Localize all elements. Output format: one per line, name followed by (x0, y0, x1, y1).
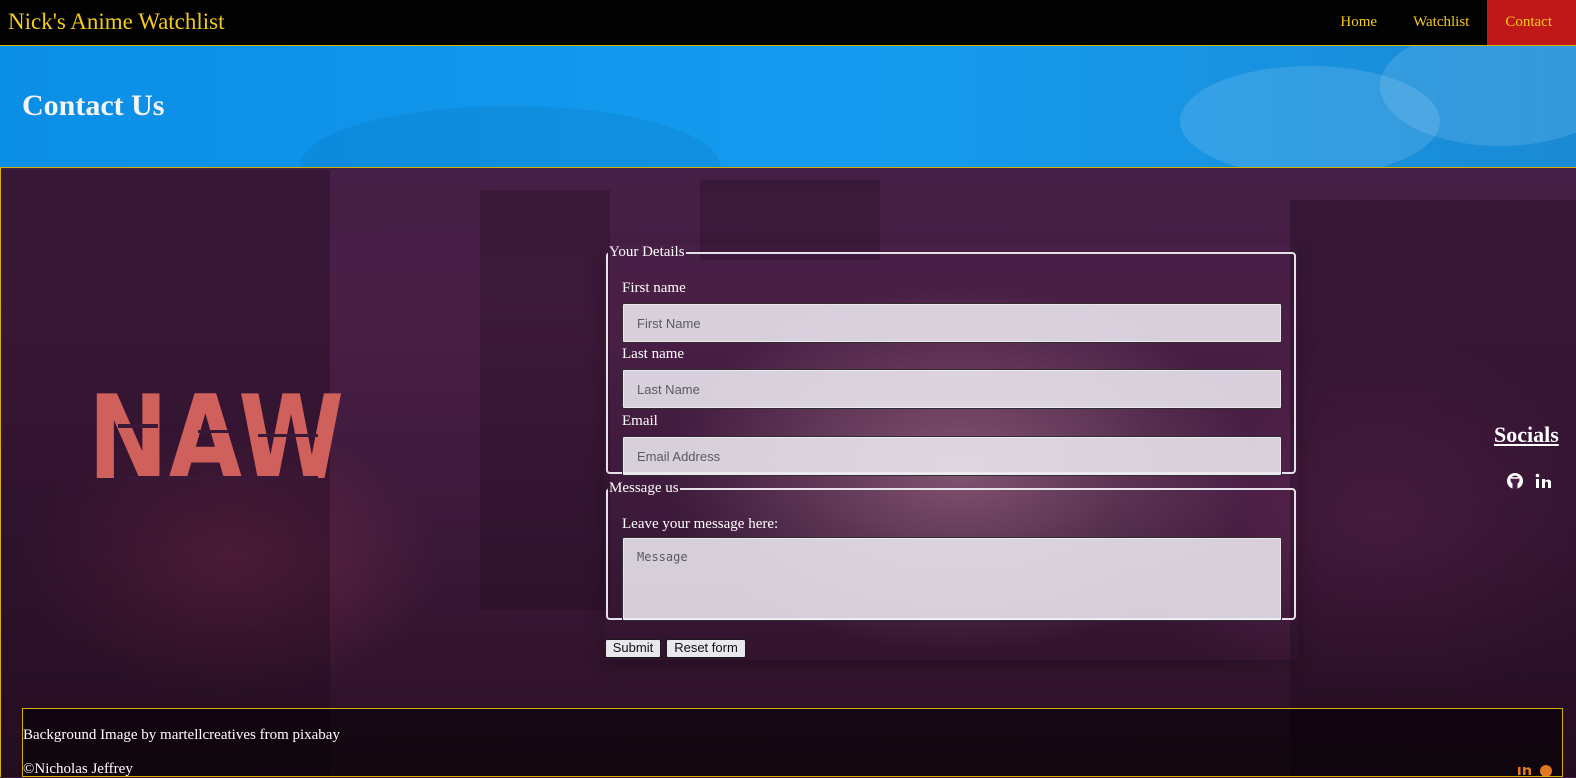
email-input[interactable]: Email Address (622, 436, 1282, 476)
nav-link-contact[interactable]: Contact (1487, 0, 1576, 45)
linkedin-icon[interactable] (1535, 473, 1551, 488)
footer-copyright: ©Nicholas Jeffrey (23, 761, 133, 777)
reset-button[interactable]: Reset form (666, 639, 746, 658)
message-legend: Message us (609, 480, 679, 496)
social-icons (1504, 471, 1564, 491)
nav-links: Home Watchlist Contact (1322, 0, 1576, 45)
naw-logo-image: NAW (88, 371, 344, 506)
page-title: Contact Us (22, 89, 165, 122)
message-fieldset: Message us Leave your message here: Mess… (606, 480, 1296, 621)
footer-linkedin-icon[interactable] (1518, 767, 1531, 775)
contact-form: Your Details First name First Name Last … (604, 244, 1298, 660)
last-name-input[interactable]: Last Name (622, 369, 1282, 409)
footer-social-icons (1518, 765, 1552, 776)
page-header: Contact Us (0, 46, 1576, 168)
nav-link-watchlist[interactable]: Watchlist (1395, 0, 1487, 45)
first-name-label: First name (622, 280, 686, 296)
message-placeholder: Message (637, 550, 688, 564)
naw-logo: NAW (88, 371, 348, 506)
socials-section: Socials (1494, 421, 1559, 489)
footer-credit: Background Image by martellcreatives fro… (23, 727, 340, 743)
socials-title: Socials (1494, 422, 1559, 447)
details-fieldset: Your Details First name First Name Last … (606, 244, 1296, 476)
github-icon[interactable] (1507, 473, 1523, 489)
message-label: Leave your message here: (622, 516, 779, 532)
email-placeholder: Email Address (637, 449, 721, 464)
email-label: Email (622, 413, 658, 429)
navbar: Nick's Anime Watchlist Home Watchlist Co… (0, 0, 1576, 46)
header-mountain (300, 106, 720, 167)
site-footer: Background Image by martellcreatives fro… (22, 708, 1563, 777)
last-name-placeholder: Last Name (637, 382, 700, 397)
footer-github-icon[interactable] (1540, 765, 1552, 776)
message-textarea[interactable]: Message (622, 537, 1282, 621)
details-legend: Your Details (609, 244, 685, 260)
first-name-input[interactable]: First Name (622, 303, 1282, 343)
first-name-placeholder: First Name (637, 316, 701, 331)
site-brand[interactable]: Nick's Anime Watchlist (8, 8, 225, 36)
nav-link-home[interactable]: Home (1322, 0, 1395, 45)
submit-button[interactable]: Submit (605, 639, 661, 658)
last-name-label: Last name (622, 346, 685, 362)
